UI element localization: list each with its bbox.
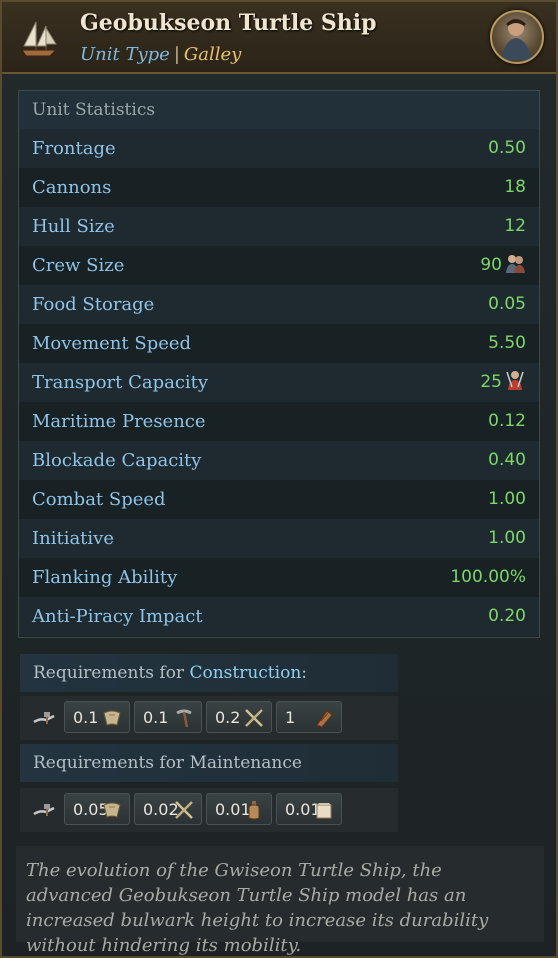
construction-item-weapons[interactable]: 0.2 [206, 701, 272, 733]
unit-tooltip-panel: Geobukseon Turtle Ship Unit Type | Galley … [0, 0, 558, 958]
stat-label: Food Storage [32, 294, 155, 315]
stat-value: 0.12 [488, 411, 526, 431]
maintenance-item-paper[interactable]: 0.01 [276, 793, 342, 825]
tools-icon [176, 709, 192, 728]
unit-type-label: Unit Type [80, 44, 170, 65]
stat-row-frontage: Frontage 0.50 [19, 129, 539, 168]
stat-label: Cannons [32, 177, 112, 198]
maintenance-item-weapons[interactable]: 0.02 [134, 793, 202, 825]
stat-value: 90 [480, 255, 502, 275]
unit-statistics-heading: Unit Statistics [19, 91, 539, 129]
maintenance-requirements-row: 0.05 0.02 0.01 0.01 [20, 788, 398, 832]
stat-value: 0.50 [488, 138, 526, 158]
paper-icon [316, 803, 332, 819]
stat-label: Movement Speed [32, 333, 192, 354]
requirement-amount: 0.1 [73, 708, 99, 727]
stat-label: Crew Size [32, 255, 125, 276]
stat-label: Combat Speed [32, 489, 166, 510]
stat-label: Flanking Ability [32, 567, 178, 588]
unit-description: The evolution of the Gwiseon Turtle Ship… [16, 846, 544, 956]
stat-row-maritime-presence: Maritime Presence 0.12 [19, 402, 539, 441]
stat-value-with-icon: 25 [480, 363, 526, 402]
stat-row-flanking-ability: Flanking Ability 100.00% [19, 558, 539, 597]
sailing-ship-icon [21, 21, 58, 57]
stat-value: 18 [504, 177, 526, 197]
stat-label: Anti-Piracy Impact [32, 606, 203, 627]
construction-item-tools[interactable]: 0.1 [134, 701, 202, 733]
lumber-icon [316, 710, 333, 728]
construction-item-lumber[interactable]: 1 [276, 701, 342, 733]
maintenance-requirements-heading: Requirements for Maintenance [20, 744, 398, 782]
tooltip-header: Geobukseon Turtle Ship Unit Type | Galley [2, 2, 556, 74]
stat-value: 5.50 [488, 333, 526, 353]
construction-heading-suffix: : [301, 663, 307, 683]
construction-requirements-heading: Requirements for Construction: [20, 654, 398, 692]
unit-category-link[interactable]: Galley [184, 44, 241, 65]
stat-value: 12 [504, 216, 526, 236]
crew-icon [506, 255, 525, 273]
construction-heading-highlight: Construction [189, 663, 302, 683]
stat-row-initiative: Initiative 1.00 [19, 519, 539, 558]
stat-label: Initiative [32, 528, 114, 549]
hammer-hand-icon [33, 712, 55, 724]
unit-subtitle: Unit Type | Galley [80, 44, 241, 65]
construction-requirements-row: 0.1 0.1 0.2 1 [20, 696, 398, 740]
soldier-icon [506, 371, 524, 390]
weapons-icon [175, 801, 193, 819]
unit-title: Geobukseon Turtle Ship [80, 10, 377, 36]
stat-value: 100.00% [450, 567, 526, 587]
portrait-figure-icon [502, 19, 532, 60]
stat-value: 0.40 [488, 450, 526, 470]
requirement-amount: 1 [285, 708, 296, 727]
stat-label: Frontage [32, 138, 116, 159]
stat-row-cannons: Cannons 18 [19, 168, 539, 207]
stat-row-anti-piracy-impact: Anti-Piracy Impact 0.20 [19, 597, 539, 636]
stat-value: 1.00 [488, 489, 526, 509]
stat-row-combat-speed: Combat Speed 1.00 [19, 480, 539, 519]
stat-value: 0.05 [488, 294, 526, 314]
stat-label: Blockade Capacity [32, 450, 202, 471]
stat-row-hull-size: Hull Size 12 [19, 207, 539, 246]
weapons-icon [245, 709, 263, 727]
sail-cloth-icon [103, 710, 121, 726]
stat-value: 1.00 [488, 528, 526, 548]
stat-value-with-icon: 90 [480, 246, 526, 285]
stat-row-crew-size: Crew Size 90 [19, 246, 539, 285]
stat-label: Maritime Presence [32, 411, 206, 432]
maintenance-item-liquor[interactable]: 0.01 [206, 793, 272, 825]
subtitle-separator: | [173, 44, 180, 65]
commander-portrait [490, 10, 544, 64]
stat-value: 0.20 [488, 606, 526, 626]
maintenance-item-sail-cloth[interactable]: 0.05 [64, 793, 130, 825]
sail-cloth-icon [103, 802, 121, 818]
hammer-hand-icon [33, 804, 55, 816]
requirement-amount: 0.1 [143, 708, 169, 727]
stat-row-blockade-capacity: Blockade Capacity 0.40 [19, 441, 539, 480]
stat-row-transport-capacity: Transport Capacity 25 [19, 363, 539, 402]
construction-heading-prefix: Requirements for [33, 663, 185, 683]
stat-row-movement-speed: Movement Speed 5.50 [19, 324, 539, 363]
unit-statistics-table: Unit Statistics Frontage 0.50 Cannons 18… [18, 90, 540, 638]
stat-value: 25 [480, 372, 502, 392]
stat-label: Transport Capacity [32, 372, 209, 393]
stat-row-food-storage: Food Storage 0.05 [19, 285, 539, 324]
requirement-amount: 0.2 [215, 708, 241, 727]
liquor-icon [248, 801, 260, 820]
construction-item-sail-cloth[interactable]: 0.1 [64, 701, 130, 733]
stat-label: Hull Size [32, 216, 115, 237]
